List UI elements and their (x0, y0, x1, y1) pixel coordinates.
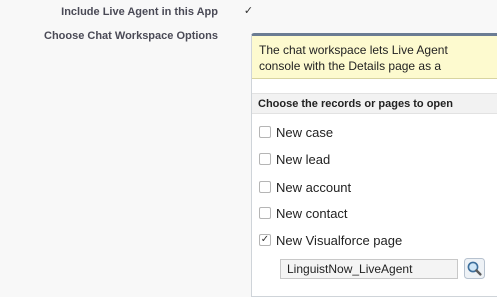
new-case-label: New case (276, 124, 334, 140)
include-live-agent-checkbox[interactable]: ✓ (243, 6, 254, 17)
info-message-line-2: console with the Details page as a (259, 59, 442, 73)
visualforce-page-name-input[interactable] (280, 259, 458, 279)
new-visualforce-page-checkbox[interactable]: ✓ (259, 234, 271, 246)
option-new-lead[interactable]: New lead (259, 151, 330, 167)
option-new-account[interactable]: New account (259, 179, 351, 195)
new-visualforce-page-label: New Visualforce page (276, 232, 403, 248)
lookup-button[interactable] (464, 258, 485, 279)
info-message: The chat workspace lets Live Agent conso… (252, 36, 497, 79)
records-section-header: Choose the records or pages to open (252, 93, 497, 114)
new-account-checkbox[interactable] (259, 181, 271, 193)
option-new-case[interactable]: New case (259, 124, 333, 140)
chat-workspace-panel: The chat workspace lets Live Agent conso… (251, 33, 497, 297)
chat-workspace-options-label: Choose Chat Workspace Options (44, 30, 218, 42)
info-message-line-1: The chat workspace lets Live Agent (259, 43, 448, 57)
new-lead-checkbox[interactable] (259, 153, 271, 165)
new-account-label: New account (276, 179, 352, 195)
option-new-visualforce-page[interactable]: ✓ New Visualforce page (259, 232, 402, 248)
new-contact-checkbox[interactable] (259, 207, 271, 219)
option-new-contact[interactable]: New contact (259, 205, 348, 221)
new-contact-label: New contact (276, 205, 348, 221)
new-case-checkbox[interactable] (259, 126, 271, 138)
new-lead-label: New lead (276, 151, 331, 167)
magnifier-icon (464, 258, 485, 279)
include-live-agent-label: Include Live Agent in this App (61, 6, 218, 18)
